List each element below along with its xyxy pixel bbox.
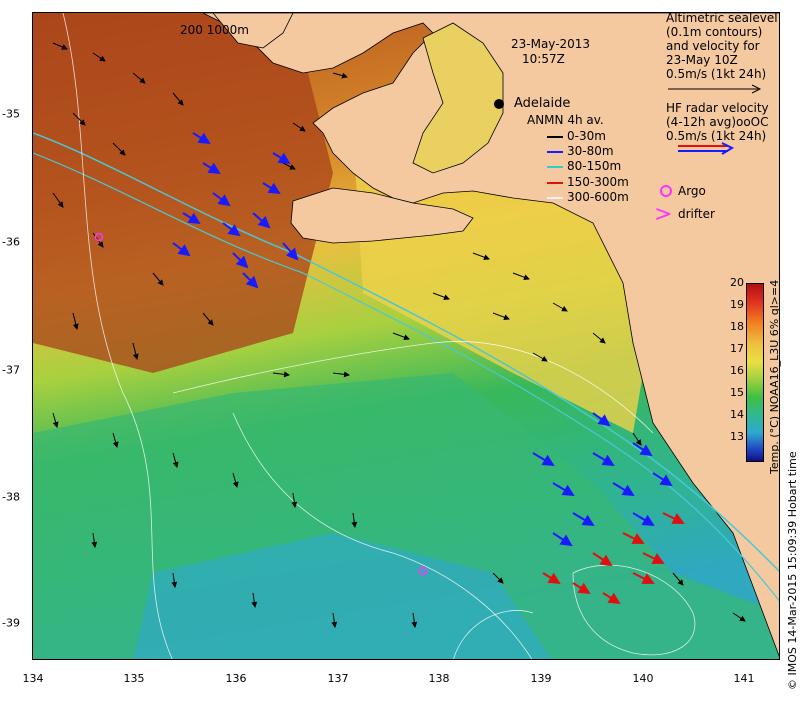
y-tick-label: -36	[2, 235, 20, 249]
date-label: 23-May-2013	[511, 37, 591, 51]
x-tick-label: 141	[733, 672, 755, 685]
bathymetry-scale-label: 200 1000m	[180, 23, 249, 37]
altimetry-legend-line: 23-May 10Z	[666, 53, 738, 67]
x-tick-label: 138	[428, 672, 450, 685]
x-tick-label: 136	[225, 672, 247, 685]
anmn-legend-item: 30-80m	[547, 145, 614, 158]
anmn-legend-title: ANMN 4h av.	[527, 113, 604, 127]
x-tick-label: 140	[632, 672, 654, 685]
adelaide-marker	[494, 99, 504, 109]
argo-legend-icon	[660, 185, 672, 197]
altimetry-legend-line: and velocity for	[666, 39, 760, 53]
x-tick-label: 137	[327, 672, 349, 685]
altimetry-legend-line: Altimetric sealevel	[666, 11, 778, 25]
adelaide-label: Adelaide	[514, 96, 571, 111]
credit-text: © IMOS 14-Mar-2015 15:09:39 Hobart time	[786, 451, 799, 690]
hf-scale-arrow	[678, 142, 735, 155]
altimetry-legend-line: 0.5m/s (1kt 24h)	[666, 67, 767, 81]
colorbar-tick: 16	[730, 364, 744, 377]
colorbar-tick: 18	[730, 320, 744, 333]
anmn-legend-item: 0-30m	[547, 130, 606, 143]
colorbar-tick: 14	[730, 408, 744, 421]
time-label: 10:57Z	[522, 52, 565, 66]
y-tick-label: -38	[2, 490, 20, 504]
hf-legend-line: (4-12h avg)	[666, 115, 737, 129]
temperature-colorbar	[746, 283, 764, 462]
y-tick-label: -39	[2, 616, 20, 630]
y-tick-label: -35	[2, 107, 20, 121]
anmn-legend-item: 80-150m	[547, 160, 621, 173]
hf-legend-line: HF radar velocity	[666, 101, 769, 115]
colorbar-tick: 19	[730, 298, 744, 311]
colorbar-title: Temp. (°C) NOAA16_L3U 6% ql>=4	[768, 279, 781, 474]
x-tick-label: 135	[123, 672, 145, 685]
y-tick-label: -37	[2, 363, 20, 377]
x-tick-label: 139	[530, 672, 552, 685]
drifter-legend-icon: >	[654, 202, 673, 227]
colorbar-tick: 17	[730, 342, 744, 355]
colorbar-tick: 15	[730, 386, 744, 399]
altimetry-legend-line: (0.1m contours)	[666, 25, 763, 39]
colorbar-tick: 13	[730, 430, 744, 443]
x-tick-label: 134	[22, 672, 44, 685]
colorbar-tick: 20	[730, 276, 744, 289]
hf-site-code: ooOC	[736, 115, 769, 129]
altimetry-scale-arrow	[668, 84, 762, 94]
drifter-legend-label: drifter	[678, 207, 715, 221]
anmn-legend-item: 150-300m	[547, 176, 629, 189]
argo-legend-label: Argo	[678, 184, 706, 198]
anmn-legend-item: 300-600m	[547, 191, 629, 204]
